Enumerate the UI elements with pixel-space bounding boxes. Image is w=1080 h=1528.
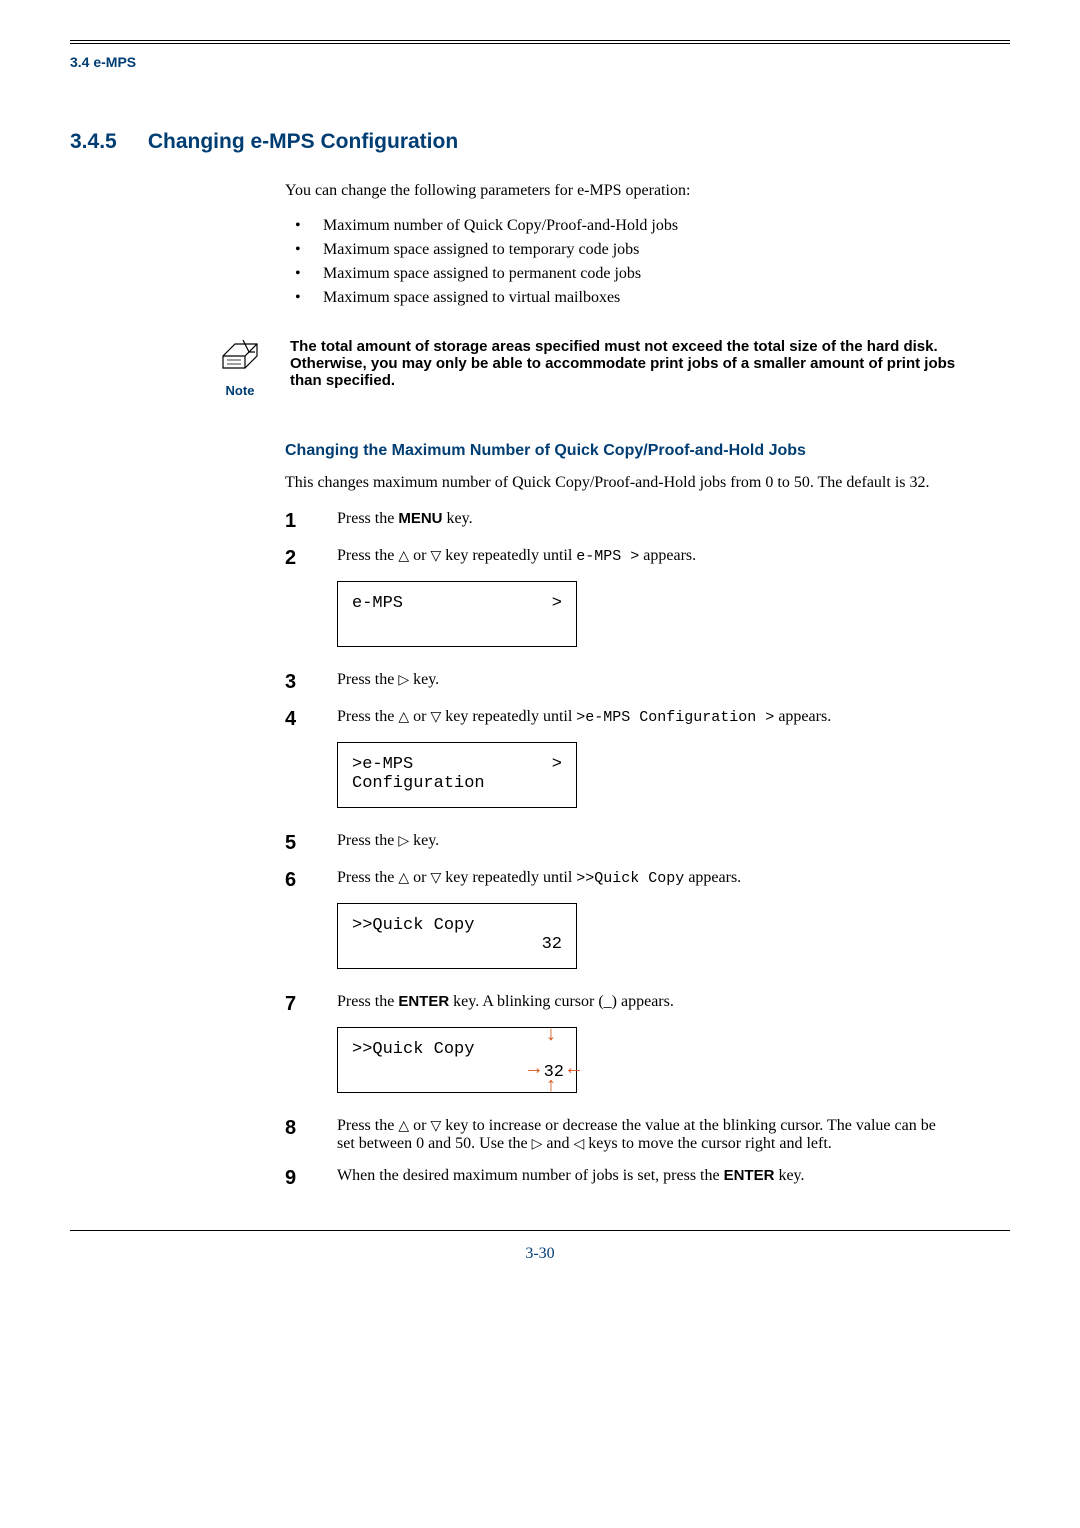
text: and (542, 1135, 573, 1152)
enter-key: ENTER (724, 1167, 775, 1184)
bullet-item: Maximum number of Quick Copy/Proof-and-H… (285, 214, 970, 238)
note-caption: Note (210, 383, 270, 398)
step-4: 4 Press the △ or ▽ key repeatedly until … (285, 708, 970, 818)
right-icon: ▷ (398, 834, 409, 849)
step-number: 5 (285, 832, 307, 855)
left-icon: ◁ (574, 1137, 585, 1152)
heading: 3.4.5 Changing e-MPS Configuration (70, 130, 1010, 154)
bullet-item: Maximum space assigned to permanent code… (285, 262, 970, 286)
text: Press the (337, 708, 398, 725)
sub-heading: Changing the Maximum Number of Quick Cop… (285, 442, 970, 460)
lcd-line1: >>Quick Copy (352, 916, 562, 935)
right-icon: ▷ (532, 1137, 543, 1152)
step-5: 5 Press the ▷ key. (285, 832, 970, 855)
text: key repeatedly until (441, 708, 576, 725)
text: keys to move the cursor right and left. (584, 1135, 832, 1152)
cursor-arrow-icon: ↑ (545, 1077, 557, 1097)
text: or (409, 1117, 430, 1134)
down-icon: ▽ (430, 871, 441, 886)
text: Press the (337, 832, 398, 849)
text: Press the (337, 510, 398, 527)
down-icon: ▽ (430, 549, 441, 564)
mono-text: >>Quick Copy (576, 870, 684, 887)
step-8: 8 Press the △ or ▽ key to increase or de… (285, 1117, 970, 1153)
text: or (409, 708, 430, 725)
text: or (409, 869, 430, 886)
note-icon (219, 338, 261, 381)
step-number: 4 (285, 708, 307, 731)
step-2: 2 Press the △ or ▽ key repeatedly until … (285, 547, 970, 657)
bullet-item: Maximum space assigned to temporary code… (285, 238, 970, 262)
lcd-line1-right: > (552, 594, 562, 613)
text: key. (443, 510, 473, 527)
intro-text: You can change the following parameters … (285, 182, 970, 200)
lcd-display-blinking: >>Quick Copy 32 ↓ ← ↑ → (337, 1027, 577, 1093)
lcd-display: e-MPS > (337, 581, 577, 647)
up-icon: △ (398, 1119, 409, 1134)
cursor-arrow-icon: → (528, 1060, 540, 1080)
right-icon: ▷ (398, 673, 409, 688)
enter-key: ENTER (398, 993, 449, 1010)
step-number: 3 (285, 671, 307, 694)
step-number: 1 (285, 510, 307, 533)
text: key. A blinking cursor (_) appears. (449, 993, 674, 1010)
text: Press the (337, 547, 398, 564)
bullet-list: Maximum number of Quick Copy/Proof-and-H… (285, 214, 970, 310)
sub-text: This changes maximum number of Quick Cop… (285, 474, 970, 492)
bullet-item: Maximum space assigned to virtual mailbo… (285, 286, 970, 310)
cursor-arrow-icon: ← (568, 1060, 580, 1080)
step-number: 8 (285, 1117, 307, 1140)
mono-text: e-MPS > (576, 548, 639, 565)
text: Press the (337, 869, 398, 886)
menu-key: MENU (398, 510, 442, 527)
lcd-line1: e-MPS (352, 594, 403, 613)
text: Press the (337, 993, 398, 1010)
lcd-line1: >e-MPS (352, 755, 413, 774)
step-number: 6 (285, 869, 307, 892)
mono-text: >e-MPS Configuration > (576, 709, 774, 726)
lcd-display: >>Quick Copy 32 (337, 903, 577, 969)
text: key. (409, 671, 439, 688)
text: appears. (639, 547, 696, 564)
up-icon: △ (398, 549, 409, 564)
text: appears. (774, 708, 831, 725)
step-number: 7 (285, 993, 307, 1016)
section-ref: 3.4 e-MPS (70, 54, 1010, 70)
note-text: The total amount of storage areas specif… (290, 338, 1010, 389)
step-6: 6 Press the △ or ▽ key repeatedly until … (285, 869, 970, 979)
page-number: 3-30 (70, 1245, 1010, 1263)
down-icon: ▽ (430, 1119, 441, 1134)
lcd-line1-right: > (552, 755, 562, 774)
text: When the desired maximum number of jobs … (337, 1167, 724, 1184)
text: appears. (684, 869, 741, 886)
step-7: 7 Press the ENTER key. A blinking cursor… (285, 993, 970, 1103)
lcd-display: >e-MPS > Configuration (337, 742, 577, 808)
lcd-line2: Configuration (352, 774, 562, 793)
step-3: 3 Press the ▷ key. (285, 671, 970, 694)
step-9: 9 When the desired maximum number of job… (285, 1167, 970, 1190)
step-number: 2 (285, 547, 307, 570)
down-icon: ▽ (430, 710, 441, 725)
lcd-line2-right: 32 (542, 935, 562, 954)
text: Press the (337, 671, 398, 688)
heading-number: 3.4.5 (70, 130, 142, 154)
text: Press the (337, 1117, 398, 1134)
cursor-arrow-icon: ↓ (545, 1026, 557, 1046)
text: or (409, 547, 430, 564)
up-icon: △ (398, 710, 409, 725)
text: key repeatedly until (441, 869, 576, 886)
text: key. (409, 832, 439, 849)
step-number: 9 (285, 1167, 307, 1190)
up-icon: △ (398, 871, 409, 886)
note-block: Note The total amount of storage areas s… (210, 338, 1010, 398)
text: key. (774, 1167, 804, 1184)
step-1: 1 Press the MENU key. (285, 510, 970, 533)
text: key repeatedly until (441, 547, 576, 564)
lcd-line1: >>Quick Copy (352, 1040, 562, 1059)
heading-title: Changing e-MPS Configuration (148, 130, 458, 153)
